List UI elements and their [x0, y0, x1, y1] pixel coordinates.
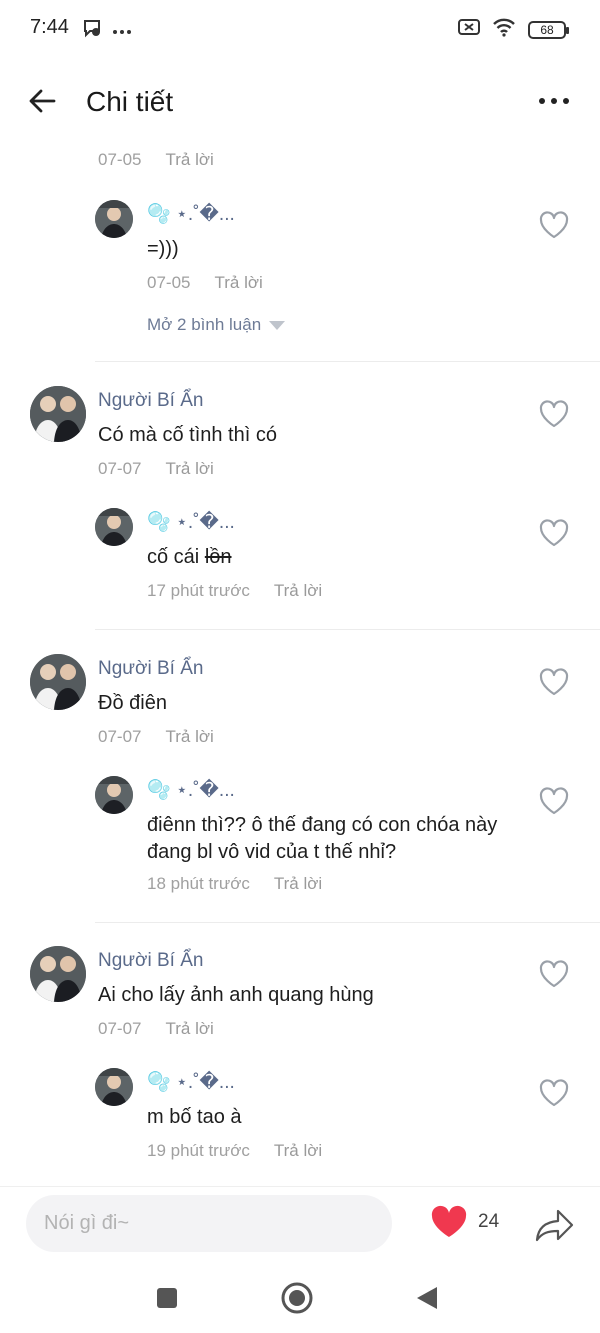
like-button[interactable] — [538, 786, 570, 816]
wifi-icon — [492, 17, 516, 42]
more-dots-icon — [539, 98, 569, 104]
divider — [95, 361, 600, 362]
reply-text-line-1: điênn thì?? ô thế đang có con chóa này — [147, 814, 498, 836]
back-button[interactable] — [26, 84, 60, 118]
avatar[interactable] — [30, 386, 86, 442]
header: Chi tiết — [0, 72, 600, 132]
share-arrow-icon — [535, 1209, 574, 1242]
reply-button[interactable]: Trả lời — [214, 273, 262, 293]
like-button[interactable] — [538, 959, 570, 989]
like-button[interactable] — [538, 518, 570, 548]
reply-text: m bố tao à — [147, 1106, 242, 1128]
avatar[interactable] — [30, 654, 86, 710]
reply-button[interactable]: Trả lời — [165, 1019, 213, 1039]
like-button[interactable] — [538, 399, 570, 429]
reply-text: cố cái lồn — [147, 544, 232, 571]
back-nav-button[interactable] — [405, 1276, 449, 1320]
square-icon — [157, 1288, 177, 1308]
comment-input[interactable] — [26, 1195, 392, 1252]
home-circle-icon — [281, 1282, 313, 1314]
comment-username[interactable]: Người Bí Ẩn — [98, 658, 203, 680]
recents-button[interactable] — [145, 1276, 189, 1320]
reply-button[interactable]: Trả lời — [165, 150, 213, 170]
reply-date: 17 phút trước — [147, 581, 250, 600]
avatar[interactable] — [95, 1068, 133, 1106]
like-button[interactable] — [538, 1078, 570, 1108]
divider — [95, 922, 600, 923]
status-bar: 7:44 68 — [0, 0, 600, 56]
reply-button[interactable]: Trả lời — [165, 459, 213, 479]
heart-outline-icon — [539, 960, 569, 988]
share-button[interactable] — [534, 1205, 576, 1245]
no-sim-icon — [458, 18, 480, 41]
battery-icon: 68 — [528, 20, 569, 39]
more-dots-icon — [112, 22, 132, 40]
comment-username[interactable]: Người Bí Ẩn — [98, 390, 203, 412]
like-button[interactable] — [538, 210, 570, 240]
reply-button[interactable]: Trả lời — [274, 581, 322, 601]
reply-text-strike: lồn — [204, 546, 232, 568]
avatar[interactable] — [95, 508, 133, 546]
comment-text: Đồ điên — [98, 692, 167, 714]
comment-meta: 07-07 Trả lời — [98, 727, 214, 747]
reply-button[interactable]: Trả lời — [165, 727, 213, 747]
like-button[interactable] — [538, 667, 570, 697]
back-arrow-icon — [29, 89, 56, 113]
comment-username[interactable]: Người Bí Ẩn — [98, 950, 203, 972]
reply-text-plain: cố cái — [147, 546, 205, 568]
home-button[interactable] — [275, 1276, 319, 1320]
heart-outline-icon — [539, 519, 569, 547]
reply-date: 18 phút trước — [147, 874, 250, 893]
heart-outline-icon — [539, 668, 569, 696]
comment-text: Ai cho lấy ảnh anh quang hùng — [98, 984, 374, 1006]
comment-date: 07-07 — [98, 459, 142, 478]
expand-replies-button[interactable]: Mở 2 bình luận — [147, 315, 286, 335]
triangle-back-icon — [417, 1287, 437, 1309]
heart-outline-icon — [539, 211, 569, 239]
heart-outline-icon — [539, 400, 569, 428]
comment-text: Có mà cố tình thì có — [98, 424, 277, 446]
page-title: Chi tiết — [86, 86, 174, 117]
reply-date: 19 phút trước — [147, 1141, 250, 1160]
system-nav-bar — [0, 1262, 600, 1333]
avatar[interactable] — [95, 200, 133, 238]
reply-button[interactable]: Trả lời — [274, 874, 322, 894]
comment-meta: 07-05 Trả lời — [98, 150, 214, 170]
like-count: 24 — [478, 1211, 500, 1232]
heart-filled-icon — [431, 1205, 467, 1237]
heart-outline-icon — [539, 1079, 569, 1107]
reply-text-line-2: đang bl vô vid của t thế nhỉ? — [147, 841, 397, 863]
reply-meta: 18 phút trước Trả lời — [147, 874, 322, 894]
comment-meta: 07-07 Trả lời — [98, 459, 214, 479]
avatar[interactable] — [30, 946, 86, 1002]
triangle-down-icon — [269, 320, 286, 330]
avatar[interactable] — [95, 776, 133, 814]
reply-meta: 17 phút trước Trả lời — [147, 581, 322, 601]
comment-meta: 07-07 Trả lời — [98, 1019, 214, 1039]
reply-date: 07-05 — [147, 273, 191, 292]
divider — [95, 629, 600, 630]
reply-meta: 07-05 Trả lời — [147, 273, 263, 293]
status-time: 7:44 — [30, 16, 69, 38]
reply-button[interactable]: Trả lời — [274, 1141, 322, 1161]
comment-date: 07-07 — [98, 1019, 142, 1038]
comment-input-bar: 24 — [0, 1186, 600, 1260]
reply-text: =))) — [147, 238, 179, 260]
heart-outline-icon — [539, 787, 569, 815]
expand-label: Mở 2 bình luận — [147, 315, 262, 334]
comment-date: 07-07 — [98, 727, 142, 746]
reply-meta: 19 phút trước Trả lời — [147, 1141, 322, 1161]
messenger-icon — [82, 18, 102, 43]
reply-username[interactable]: 🫧 ⋆.˚�... — [147, 510, 235, 534]
reply-username[interactable]: 🫧 ⋆.˚�... — [147, 1070, 235, 1094]
reply-username[interactable]: 🫧 ⋆.˚�... — [147, 778, 235, 802]
reply-username[interactable]: 🫧 ⋆.˚�... — [147, 202, 235, 226]
video-like-button[interactable]: 24 — [430, 1205, 499, 1239]
comment-date: 07-05 — [98, 150, 142, 169]
more-options-button[interactable] — [534, 86, 574, 116]
